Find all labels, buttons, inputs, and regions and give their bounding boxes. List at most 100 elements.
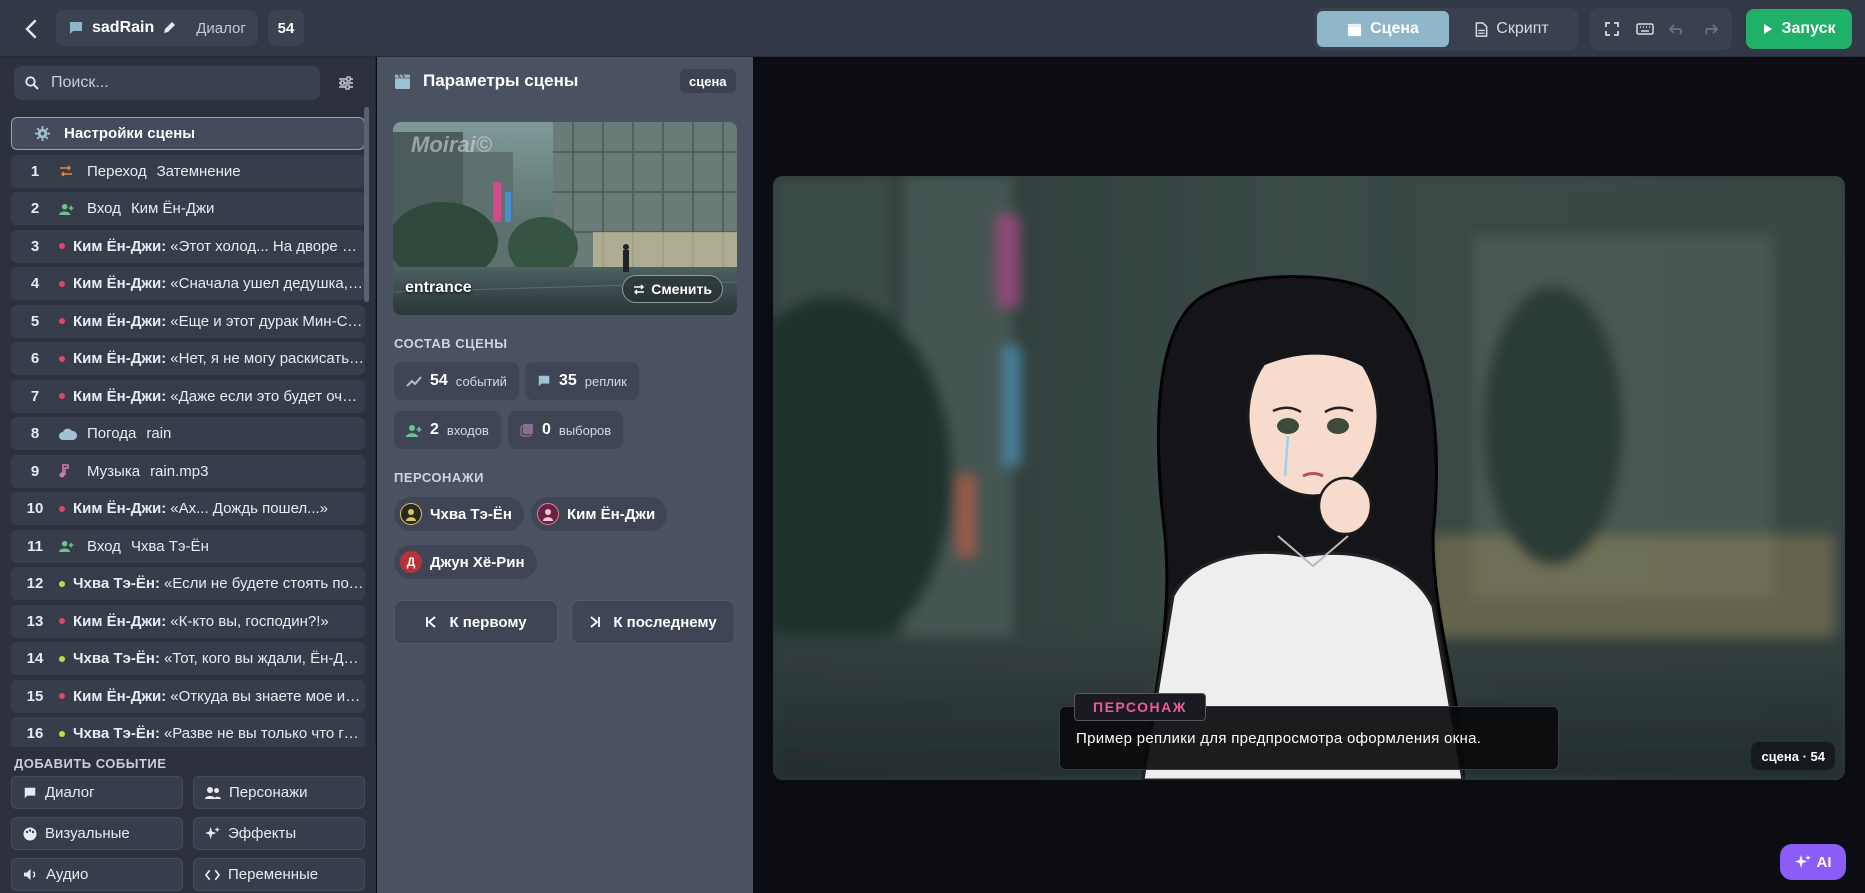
event-row[interactable]: 14 Чхва Тэ-Ён: «Тот, кого вы ждали, Ён-Джи…: [11, 642, 365, 675]
add-audio-button[interactable]: Аудио: [11, 858, 183, 891]
event-speaker: Чхва Тэ-Ён:: [73, 650, 160, 667]
character-name: Ким Ён-Джи: [567, 505, 656, 523]
choices-icon: [520, 424, 533, 437]
event-number: 15: [26, 687, 44, 705]
scene-preview[interactable]: ПЕРСОНАЖ Пример реплики для предпросмотр…: [773, 176, 1845, 780]
stat-entrances-label: входов: [446, 422, 489, 438]
palette-icon: [23, 827, 37, 840]
stat-lines-value: 35: [559, 372, 577, 389]
add-characters-button[interactable]: Персонажи: [193, 776, 365, 809]
event-speaker: Ким Ён-Джи:: [73, 612, 167, 630]
event-number: 8: [30, 425, 40, 442]
scrollbar[interactable]: [364, 107, 369, 302]
tab-scene[interactable]: Сцена: [1317, 11, 1449, 47]
speaker-color-dot: [59, 618, 65, 624]
event-row[interactable]: 5 Ким Ён-Джи: «Еще и этот дурак Мин-Сок...: [11, 304, 365, 338]
run-button[interactable]: Запуск: [1746, 9, 1852, 49]
scene-parameters-panel: Параметры сцены сцена Moirai© entrance С…: [377, 57, 753, 893]
speaker-color-dot: [59, 505, 65, 512]
keyboard-button[interactable]: [1631, 15, 1659, 43]
speaker-color-dot: [59, 655, 65, 662]
project-chip[interactable]: sadRain Диалог: [56, 10, 258, 46]
speaker-icon: [24, 868, 36, 881]
panel-title: Параметры сцены: [423, 71, 579, 90]
add-dialog-label: Диалог: [45, 784, 95, 801]
character-chip[interactable]: Чхва Тэ-Ён: [394, 497, 524, 531]
event-row[interactable]: 15 Ким Ён-Джи: «Откуда вы знаете мое имя..…: [11, 679, 365, 713]
toolbar: [1590, 8, 1732, 50]
ai-assistant-button[interactable]: AI: [1780, 844, 1846, 880]
event-number: 10: [26, 500, 44, 517]
event-row[interactable]: 12 Чхва Тэ-Ён: «Если не будете стоять под …: [11, 567, 365, 600]
go-last-button[interactable]: К последнему: [571, 600, 735, 644]
add-effects-label: Эффекты: [228, 825, 297, 842]
add-dialog-button[interactable]: Диалог: [11, 776, 183, 809]
redo-button[interactable]: [1696, 15, 1724, 43]
undo-button[interactable]: [1663, 15, 1691, 43]
background-preview[interactable]: Moirai© entrance Сменить: [393, 122, 737, 315]
event-row[interactable]: 6 Ким Ён-Джи: «Нет, я не могу раскисать! .…: [11, 342, 365, 375]
event-text: «Если не будете стоять под д...: [163, 575, 365, 592]
fullscreen-button[interactable]: [1598, 15, 1626, 43]
event-row[interactable]: 13 Ким Ён-Джи: «К-кто вы, господин?!»: [11, 604, 365, 638]
add-visuals-button[interactable]: Визуальные: [11, 817, 183, 850]
speaker-color-dot: [59, 393, 65, 399]
event-type-icon: [59, 540, 87, 552]
stat-choices-value: 0: [542, 421, 551, 438]
stat-entrances: 2 входов: [394, 411, 501, 449]
character-name: Джун Хё-Рин: [430, 553, 525, 571]
event-row[interactable]: 3 Ким Ён-Джи: «Этот холод... На дворе ещ..…: [11, 229, 365, 263]
watermark: Moirai©: [411, 132, 492, 157]
person-add-icon: [59, 203, 74, 215]
people-icon: [205, 787, 221, 799]
event-type-icon: [59, 464, 87, 478]
event-row[interactable]: 9 Музыка rain.mp3: [11, 454, 365, 488]
dialog-window: ПЕРСОНАЖ Пример реплики для предпросмотр…: [1059, 693, 1559, 770]
event-number: 7: [30, 387, 40, 405]
sliders-icon: [339, 76, 353, 90]
chat-icon: [538, 375, 550, 387]
event-speaker: Чхва Тэ-Ён:: [73, 575, 160, 592]
change-background-label: Сменить: [651, 281, 712, 297]
event-row[interactable]: 16 Чхва Тэ-Ён: «Разве не вы только что гов…: [11, 717, 365, 750]
scene-settings-item[interactable]: Настройки сцены: [11, 117, 365, 150]
event-number: 12: [26, 575, 44, 592]
character-name: Чхва Тэ-Ён: [430, 505, 512, 523]
event-row[interactable]: 8 Погода rain: [11, 417, 365, 450]
avatar: [400, 503, 422, 525]
add-variables-button[interactable]: Переменные: [193, 858, 365, 891]
cloud-icon: [59, 428, 77, 440]
event-row[interactable]: 2 Вход Ким Ён-Джи: [11, 192, 365, 225]
event-row[interactable]: 4 Ким Ён-Джи: «Сначала ушел дедушка, а ...: [11, 267, 365, 300]
event-row[interactable]: 11 Вход Чхва Тэ-Ён: [11, 529, 365, 563]
add-event-title: ДОБАВИТЬ СОБЫТИЕ: [14, 756, 167, 771]
go-first-button[interactable]: К первому: [394, 600, 558, 644]
event-row[interactable]: 7 Ким Ён-Джи: «Даже если это будет очен...: [11, 379, 365, 413]
speaker-color-dot: [59, 580, 65, 587]
sparkle-icon: [1794, 855, 1811, 868]
character-chip[interactable]: Ким Ён-Джи: [531, 497, 668, 531]
speaker-color-dot: [59, 243, 65, 249]
add-effects-button[interactable]: Эффекты: [193, 817, 365, 850]
filter-button[interactable]: [334, 71, 358, 95]
pencil-icon[interactable]: [162, 21, 176, 35]
event-row[interactable]: 10 Ким Ён-Джи: «Ах... Дождь пошел...»: [11, 492, 365, 525]
stat-choices-label: выборов: [558, 422, 612, 438]
event-row[interactable]: 1 Переход Затемнение: [11, 154, 365, 188]
event-detail: rain: [146, 425, 172, 442]
event-text: «Еще и этот дурак Мин-Сок...: [170, 312, 365, 330]
event-detail: rain.mp3: [150, 462, 209, 480]
event-number: 6: [30, 350, 40, 367]
event-number: 1: [30, 162, 40, 180]
back-button[interactable]: [14, 12, 48, 46]
mode-switcher: Сцена Скрипт: [1314, 8, 1578, 50]
go-last-label: К последнему: [613, 613, 717, 631]
character-chip[interactable]: Д Джун Хё-Рин: [394, 545, 537, 579]
speaker-color-dot: [59, 693, 65, 699]
change-background-button[interactable]: Сменить: [622, 275, 723, 303]
go-first-label: К первому: [449, 613, 527, 631]
characters-title: ПЕРСОНАЖИ: [394, 470, 484, 485]
search-input[interactable]: [51, 74, 301, 92]
speaker-color-dot: [59, 730, 65, 737]
tab-script[interactable]: Скрипт: [1453, 11, 1571, 47]
